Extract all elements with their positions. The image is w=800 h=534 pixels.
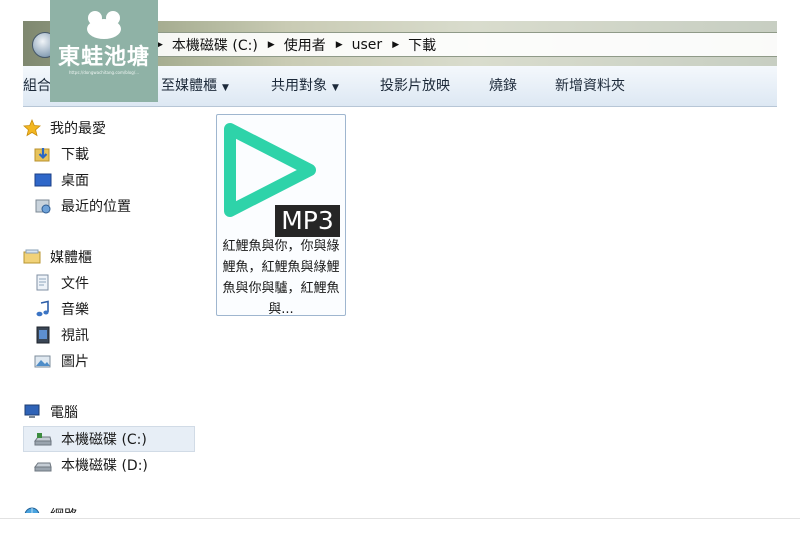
logo-url: https://dongwachitang.com/blog/... [68, 70, 140, 75]
nav-item-pictures[interactable]: 圖片 [34, 349, 89, 373]
network-icon [23, 506, 41, 513]
drive-d-icon [34, 456, 52, 474]
logo-text: 東蛙池塘 [57, 45, 150, 70]
desktop-icon [34, 171, 52, 189]
drive-c-icon [34, 430, 52, 448]
caret-down-icon: ▼ [332, 83, 339, 93]
breadcrumb-drive-c[interactable]: 本機磁碟 (C:) [172, 35, 258, 55]
nav-libraries[interactable]: 媒體櫃 [23, 245, 92, 269]
burn-button[interactable]: 燒錄 [489, 66, 517, 106]
star-icon [23, 118, 41, 137]
nav-favorites[interactable]: 我的最愛 [23, 116, 106, 140]
caret-down-icon: ▼ [222, 83, 229, 93]
file-name: 紅鯉魚與你，你與綠鯉魚，紅鯉魚與綠鯉魚與你與驢，紅鯉魚與... [222, 239, 340, 317]
breadcrumb-user[interactable]: user [352, 37, 383, 53]
breadcrumb-arrow-icon[interactable]: ▶ [268, 40, 275, 50]
page-bottom-border [0, 518, 800, 534]
slideshow-button[interactable]: 投影片放映 [380, 66, 450, 106]
library-icon [23, 248, 41, 266]
share-with-button[interactable]: 共用對象 ▼ [271, 66, 339, 106]
nav-item-downloads[interactable]: 下載 [34, 142, 89, 166]
nav-network[interactable]: 網路 [23, 503, 78, 513]
breadcrumb-arrow-icon[interactable]: ▶ [336, 40, 343, 50]
navigation-pane: 我的最愛 下載 桌面 最近的位置 媒體櫃 文件 音樂 視訊 圖片 電腦 本機磁碟… [23, 107, 196, 513]
address-bar[interactable]: ▶ 腦 本機磁碟 (C:) ▶ 使用者 ▶ user ▶ 下載 [141, 32, 777, 57]
breadcrumb-downloads[interactable]: 下載 [408, 35, 436, 55]
music-icon [34, 300, 52, 318]
file-list-area: MP3 紅鯉魚與你，你與綠鯉魚，紅鯉魚與綠鯉魚與你與驢，紅鯉魚與... [196, 107, 777, 513]
nav-item-documents[interactable]: 文件 [34, 271, 89, 295]
watermark-logo: 東蛙池塘 https://dongwachitang.com/blog/... [50, 0, 158, 102]
new-folder-button[interactable]: 新增資料夾 [555, 66, 625, 106]
downloads-folder-icon [34, 145, 52, 163]
pictures-icon [34, 352, 52, 370]
organize-button[interactable]: 組合 [23, 66, 51, 106]
breadcrumb-arrow-icon[interactable]: ▶ [392, 40, 399, 50]
nav-item-recent-places[interactable]: 最近的位置 [34, 194, 131, 218]
nav-item-videos[interactable]: 視訊 [34, 323, 89, 347]
add-to-library-button[interactable]: 至媒體櫃 ▼ [161, 66, 229, 106]
nav-item-desktop[interactable]: 桌面 [34, 168, 89, 192]
documents-icon [34, 274, 52, 292]
video-icon [34, 326, 52, 344]
mp3-badge: MP3 [275, 205, 340, 237]
nav-computer[interactable]: 電腦 [23, 400, 78, 424]
breadcrumb-users[interactable]: 使用者 [284, 35, 326, 55]
recent-places-icon [34, 197, 52, 215]
computer-icon [23, 403, 41, 421]
nav-item-music[interactable]: 音樂 [34, 297, 89, 321]
nav-item-drive-d[interactable]: 本機磁碟 (D:) [34, 453, 148, 477]
nav-item-drive-c[interactable]: 本機磁碟 (C:) [34, 427, 147, 451]
frog-icon [87, 11, 121, 39]
file-item-mp3[interactable]: MP3 紅鯉魚與你，你與綠鯉魚，紅鯉魚與綠鯉魚與你與驢，紅鯉魚與... [216, 114, 346, 317]
